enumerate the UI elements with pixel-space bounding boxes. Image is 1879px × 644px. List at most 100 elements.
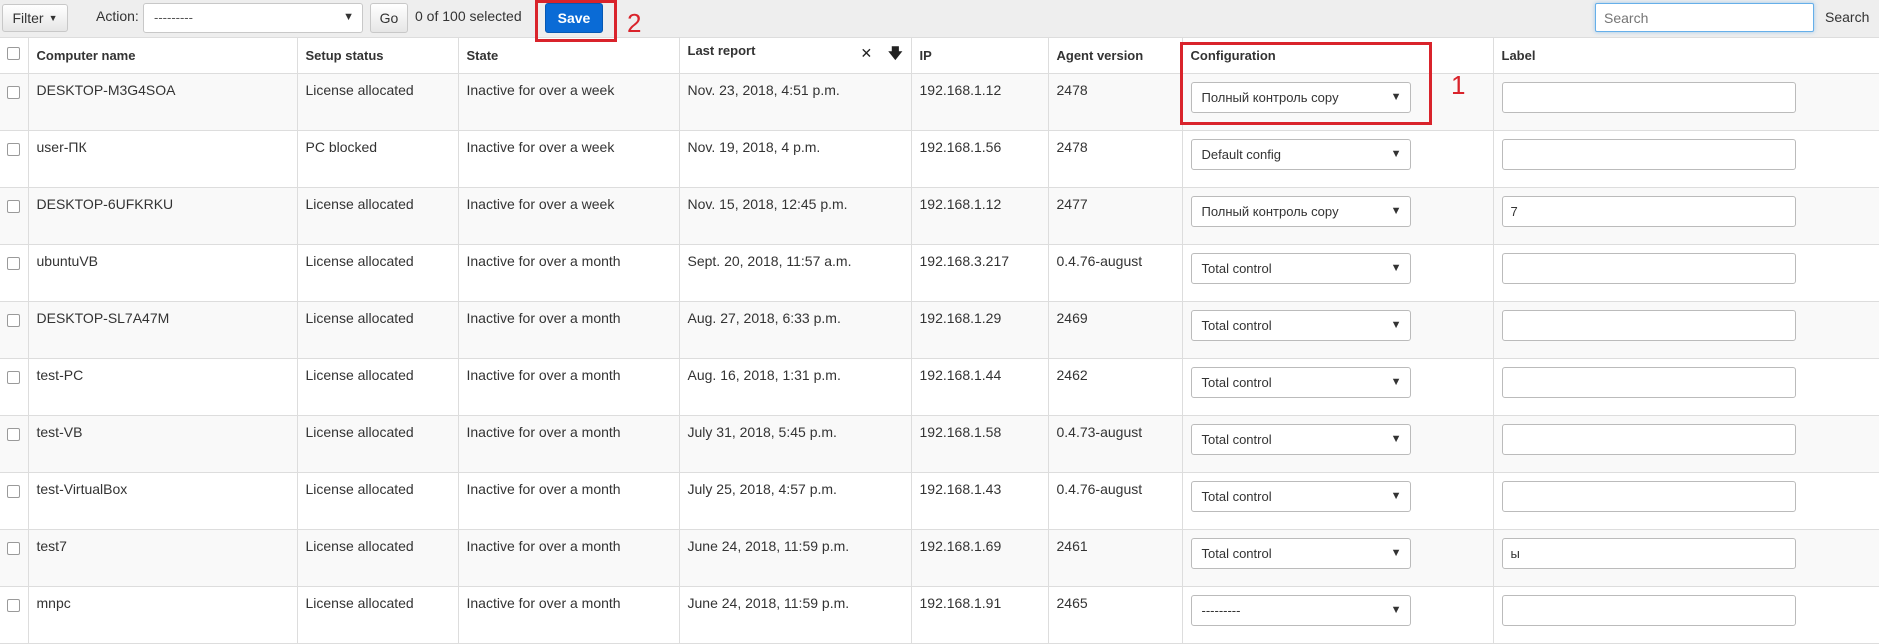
configuration-select[interactable]: Total control ▼	[1190, 252, 1411, 284]
label-cell: 7	[1493, 187, 1879, 245]
filter-button[interactable]: Filter ▼	[2, 4, 68, 32]
setup-status-cell: License allocated	[297, 472, 459, 530]
setup-status-cell: License allocated	[297, 586, 459, 644]
label-input[interactable]: 7	[1501, 195, 1796, 227]
state-cell: Inactive for over a week	[458, 130, 680, 188]
row-checkbox[interactable]	[7, 199, 21, 213]
row-checkbox[interactable]	[7, 142, 21, 156]
table-row: user-ПК PC blocked Inactive for over a w…	[0, 130, 1879, 188]
configuration-select[interactable]: Default config ▼	[1190, 138, 1411, 170]
select-all-checkbox[interactable]	[7, 47, 21, 61]
row-checkbox[interactable]	[7, 541, 21, 555]
computer-name-cell[interactable]: test-PC	[28, 358, 298, 416]
column-header-computer-name[interactable]: Computer name	[28, 38, 298, 74]
label-input[interactable]	[1501, 81, 1796, 113]
row-checkbox[interactable]	[7, 85, 21, 99]
computer-name-cell[interactable]: DESKTOP-6UFKRKU	[28, 187, 298, 245]
computer-name-cell[interactable]: test-VirtualBox	[28, 472, 298, 530]
computer-name-cell[interactable]: DESKTOP-SL7A47M	[28, 301, 298, 359]
configuration-select[interactable]: Total control ▼	[1190, 309, 1411, 341]
ip-cell: 192.168.1.29	[911, 301, 1049, 359]
row-checkbox[interactable]	[7, 256, 21, 270]
row-checkbox[interactable]	[7, 484, 21, 498]
column-header-last-report[interactable]: Last report ✕ 🡇	[679, 38, 912, 74]
label-input[interactable]	[1501, 594, 1796, 626]
column-header-ip[interactable]: IP	[911, 38, 1049, 74]
label-cell	[1493, 586, 1879, 644]
row-select-cell	[0, 187, 29, 245]
configuration-cell: Total control ▼	[1182, 529, 1494, 587]
row-checkbox[interactable]	[7, 370, 21, 384]
last-report-cell: July 31, 2018, 5:45 p.m.	[679, 415, 912, 473]
configuration-select[interactable]: Total control ▼	[1190, 480, 1411, 512]
label-input[interactable]	[1501, 423, 1796, 455]
label-input[interactable]	[1501, 480, 1796, 512]
row-select-cell	[0, 472, 29, 530]
last-report-cell: July 25, 2018, 4:57 p.m.	[679, 472, 912, 530]
save-highlight-box	[535, 0, 617, 42]
close-icon[interactable]: ✕	[860, 45, 872, 61]
row-select-cell	[0, 529, 29, 587]
last-report-cell: Aug. 27, 2018, 6:33 p.m.	[679, 301, 912, 359]
computer-name-cell[interactable]: user-ПК	[28, 130, 298, 188]
go-button[interactable]: Go	[370, 3, 408, 33]
agent-version-cell: 0.4.76-august	[1048, 472, 1183, 530]
row-select-cell	[0, 358, 29, 416]
label-input[interactable]	[1501, 309, 1796, 341]
ip-cell: 192.168.1.43	[911, 472, 1049, 530]
ip-cell: 192.168.1.12	[911, 73, 1049, 131]
agent-version-cell: 2478	[1048, 73, 1183, 131]
chevron-down-icon: ▼	[1390, 261, 1402, 274]
row-checkbox[interactable]	[7, 313, 21, 327]
table-row: mnpc License allocated Inactive for over…	[0, 586, 1879, 644]
last-report-cell: Nov. 23, 2018, 4:51 p.m.	[679, 73, 912, 131]
state-cell: Inactive for over a month	[458, 358, 680, 416]
chevron-down-icon: ▼	[1390, 603, 1402, 616]
last-report-cell: June 24, 2018, 11:59 p.m.	[679, 586, 912, 644]
label-input[interactable]	[1501, 366, 1796, 398]
column-header-agent-version[interactable]: Agent version	[1048, 38, 1183, 74]
search-input[interactable]	[1595, 3, 1814, 32]
last-report-cell: Sept. 20, 2018, 11:57 a.m.	[679, 244, 912, 302]
last-report-cell: Aug. 16, 2018, 1:31 p.m.	[679, 358, 912, 416]
computer-name-cell[interactable]: ubuntuVB	[28, 244, 298, 302]
ip-cell: 192.168.1.58	[911, 415, 1049, 473]
label-input[interactable]	[1501, 252, 1796, 284]
toolbar: Filter ▼ Action: --------- ▼ Go 0 of 100…	[0, 0, 1879, 38]
configuration-select-value: Total control	[1201, 431, 1272, 447]
agent-version-cell: 0.4.73-august	[1048, 415, 1183, 473]
chevron-down-icon: ▼	[1390, 147, 1402, 160]
ip-cell: 192.168.3.217	[911, 244, 1049, 302]
ip-cell: 192.168.1.69	[911, 529, 1049, 587]
computer-name-cell[interactable]: DESKTOP-M3G4SOA	[28, 73, 298, 131]
setup-status-cell: License allocated	[297, 244, 459, 302]
label-cell	[1493, 415, 1879, 473]
configuration-cell: Total control ▼	[1182, 244, 1494, 302]
last-report-cell: Nov. 15, 2018, 12:45 p.m.	[679, 187, 912, 245]
search-button[interactable]: Search	[1825, 9, 1869, 25]
row-checkbox[interactable]	[7, 598, 21, 612]
chevron-down-icon: ▼	[1390, 489, 1402, 502]
state-cell: Inactive for over a month	[458, 472, 680, 530]
configuration-select[interactable]: Total control ▼	[1190, 366, 1411, 398]
computer-name-cell[interactable]: test-VB	[28, 415, 298, 473]
label-cell	[1493, 301, 1879, 359]
configuration-cell: Total control ▼	[1182, 301, 1494, 359]
configuration-select[interactable]: Полный контроль copy ▼	[1190, 195, 1411, 227]
column-header-label[interactable]: Label	[1493, 38, 1879, 74]
annotation-number-1: 1	[1451, 70, 1466, 100]
row-checkbox[interactable]	[7, 427, 21, 441]
column-header-setup-status[interactable]: Setup status	[297, 38, 459, 74]
computer-name-cell[interactable]: mnpc	[28, 586, 298, 644]
label-input[interactable]: ы	[1501, 537, 1796, 569]
arrow-down-icon[interactable]: 🡇	[888, 45, 902, 61]
configuration-select[interactable]: Total control ▼	[1190, 537, 1411, 569]
column-header-state[interactable]: State	[458, 38, 680, 74]
configuration-select[interactable]: Total control ▼	[1190, 423, 1411, 455]
label-input[interactable]	[1501, 138, 1796, 170]
action-select[interactable]: --------- ▼	[143, 3, 363, 33]
computer-name-cell[interactable]: test7	[28, 529, 298, 587]
configuration-select[interactable]: --------- ▼	[1190, 594, 1411, 626]
setup-status-cell: License allocated	[297, 415, 459, 473]
configuration-cell: Total control ▼	[1182, 472, 1494, 530]
